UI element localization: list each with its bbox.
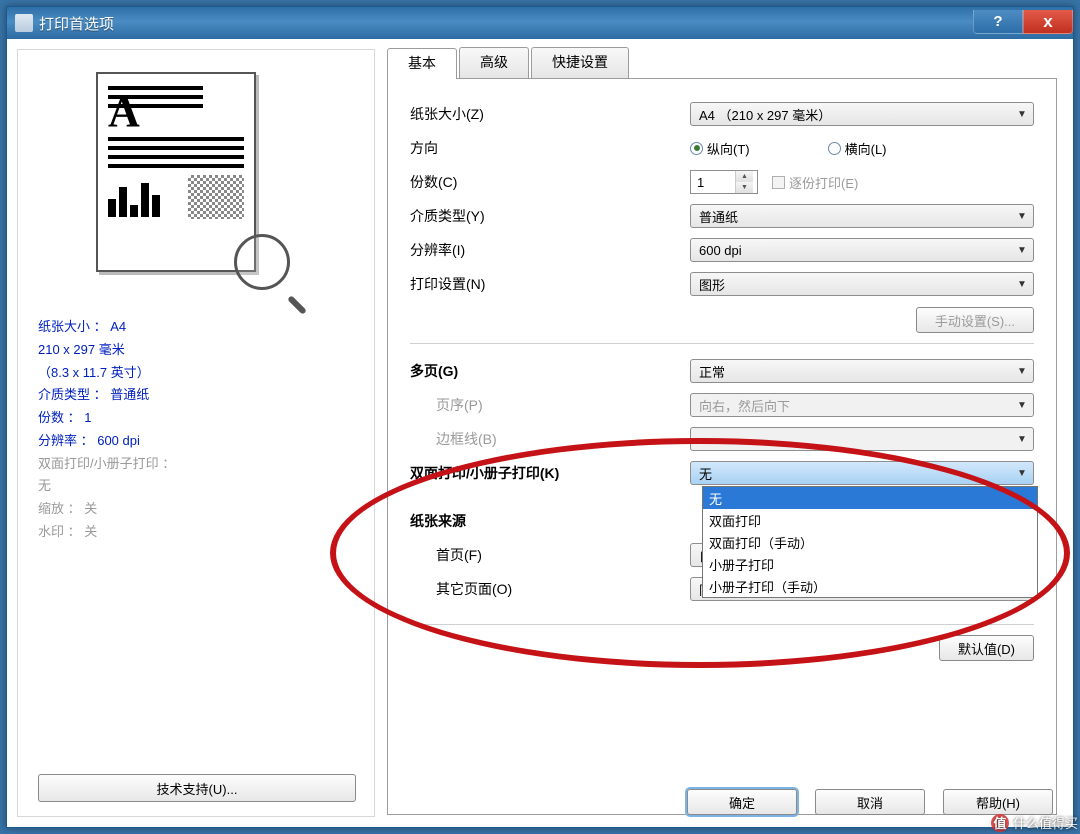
info-paper-mm: 210 x 297 毫米: [38, 339, 354, 362]
tab-quick[interactable]: 快捷设置: [531, 47, 629, 78]
duplex-option[interactable]: 小册子打印: [703, 553, 1037, 575]
combo-media-type[interactable]: 普通纸▼: [690, 204, 1034, 228]
help-button[interactable]: 帮助(H): [943, 789, 1053, 815]
magnifier-icon: [234, 234, 304, 304]
ok-button[interactable]: 确定: [687, 789, 797, 815]
label-print-settings: 打印设置(N): [410, 274, 690, 294]
radio-portrait[interactable]: 纵向(T): [690, 139, 750, 158]
print-preferences-window: 打印首选项 ? x A 纸张大小 ： A4: [6, 6, 1074, 828]
settings-panel: 基本 高级 快捷设置 纸张大小(Z) A4 （210 x 297 毫米）▼ 方向…: [375, 39, 1073, 827]
combo-multipage[interactable]: 正常▼: [690, 359, 1034, 383]
spin-down-icon[interactable]: ▼: [736, 182, 753, 193]
tab-strip: 基本 高级 快捷设置: [387, 47, 1057, 79]
tab-body-basic: 纸张大小(Z) A4 （210 x 297 毫米）▼ 方向 纵向(T) 横向(L…: [387, 79, 1057, 815]
info-paper-in: （8.3 x 11.7 英寸）: [38, 362, 354, 385]
info-watermark: 水印 ： 关: [38, 521, 354, 544]
support-button[interactable]: 技术支持(U)...: [38, 774, 356, 802]
chevron-down-icon: ▼: [1013, 400, 1031, 411]
page-preview: A: [96, 72, 296, 292]
label-paper-source: 纸张来源: [410, 511, 690, 531]
watermark-icon: 值: [991, 814, 1009, 832]
combo-print-settings[interactable]: 图形▼: [690, 272, 1034, 296]
radio-landscape[interactable]: 横向(L): [828, 139, 887, 158]
dialog-buttons: 确定 取消 帮助(H): [687, 789, 1053, 815]
defaults-button[interactable]: 默认值(D): [939, 635, 1034, 661]
watermark-text: 什么值得买: [1013, 813, 1078, 832]
label-resolution: 分辨率(I): [410, 240, 690, 260]
chevron-down-icon: ▼: [1013, 468, 1031, 479]
label-page-order: 页序(P): [410, 395, 690, 415]
cancel-button[interactable]: 取消: [815, 789, 925, 815]
label-paper-size: 纸张大小(Z): [410, 104, 690, 124]
info-copies: 份数 ： 1: [38, 407, 354, 430]
duplex-option[interactable]: 小册子打印（手动）: [703, 575, 1037, 597]
info-duplex-label: 双面打印/小册子打印 ：: [38, 453, 354, 476]
close-button[interactable]: x: [1023, 10, 1073, 34]
chevron-down-icon: ▼: [1013, 279, 1031, 290]
label-first-page: 首页(F): [410, 545, 690, 565]
label-orientation: 方向: [410, 138, 690, 158]
app-icon: [15, 14, 33, 32]
help-button[interactable]: ?: [973, 10, 1023, 34]
preview-info: 纸张大小 ： A4 210 x 297 毫米 （8.3 x 11.7 英寸） 介…: [38, 316, 354, 544]
combo-border: ▼: [690, 427, 1034, 451]
combo-page-order: 向右，然后向下▼: [690, 393, 1034, 417]
chevron-down-icon: ▼: [1013, 109, 1031, 120]
info-duplex-val: 无: [38, 475, 354, 498]
copies-spinbox[interactable]: ▲▼: [690, 170, 758, 194]
chevron-down-icon: ▼: [1013, 434, 1031, 445]
duplex-option[interactable]: 双面打印: [703, 509, 1037, 531]
label-duplex: 双面打印/小册子打印(K): [410, 463, 690, 483]
label-copies: 份数(C): [410, 172, 690, 192]
info-media: 介质类型 ： 普通纸: [38, 384, 354, 407]
watermark: 值 什么值得买: [991, 813, 1078, 832]
chevron-down-icon: ▼: [1013, 245, 1031, 256]
duplex-option[interactable]: 双面打印（手动）: [703, 531, 1037, 553]
preview-panel: A 纸张大小 ： A4 210 x 297 毫米 （8.3 x 11.7 英寸）…: [17, 49, 375, 817]
label-media-type: 介质类型(Y): [410, 206, 690, 226]
tab-basic[interactable]: 基本: [387, 48, 457, 79]
titlebar: 打印首选项 ? x: [7, 7, 1073, 39]
label-other-pages: 其它页面(O): [410, 579, 690, 599]
info-paper-size: 纸张大小 ： A4: [38, 316, 354, 339]
duplex-option[interactable]: 无: [703, 487, 1037, 509]
spin-up-icon[interactable]: ▲: [736, 171, 753, 182]
manual-settings-button: 手动设置(S)...: [916, 307, 1034, 333]
combo-resolution[interactable]: 600 dpi▼: [690, 238, 1034, 262]
copies-input[interactable]: [691, 171, 735, 193]
window-title: 打印首选项: [39, 13, 973, 34]
combo-duplex[interactable]: 无▼: [690, 461, 1034, 485]
label-multipage: 多页(G): [410, 361, 690, 381]
chevron-down-icon: ▼: [1013, 366, 1031, 377]
combo-paper-size[interactable]: A4 （210 x 297 毫米）▼: [690, 102, 1034, 126]
info-scaling: 缩放 ： 关: [38, 498, 354, 521]
tab-advanced[interactable]: 高级: [459, 47, 529, 78]
duplex-dropdown: 无 双面打印 双面打印（手动） 小册子打印 小册子打印（手动）: [702, 486, 1038, 598]
chevron-down-icon: ▼: [1013, 211, 1031, 222]
info-resolution: 分辨率 ： 600 dpi: [38, 430, 354, 453]
label-border: 边框线(B): [410, 429, 690, 449]
checkbox-collate: 逐份打印(E): [772, 173, 858, 192]
